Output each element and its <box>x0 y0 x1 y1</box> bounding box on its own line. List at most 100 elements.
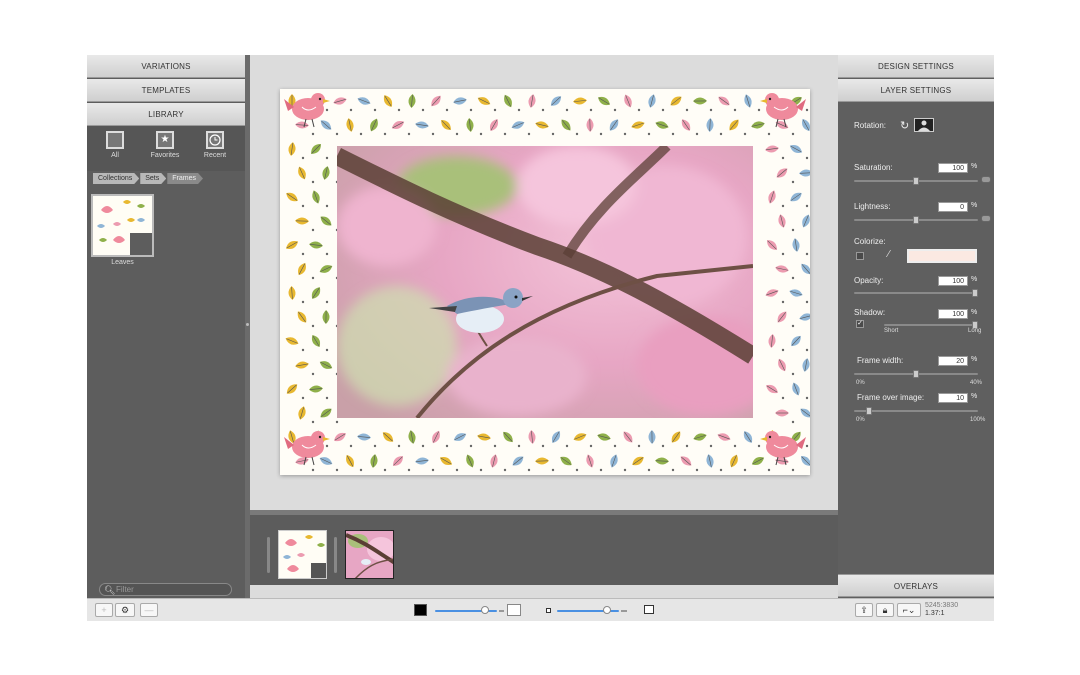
frame-width-knob[interactable] <box>913 370 919 378</box>
frame-width-unit: % <box>971 356 978 363</box>
frame-over-unit: % <box>971 393 978 400</box>
frame-over-min: 0% <box>856 417 865 423</box>
lightness-knob[interactable] <box>913 216 919 224</box>
filter-placeholder: Filter <box>116 585 134 594</box>
rotate-icon[interactable]: ↻ <box>900 119 909 132</box>
frame-preview <box>279 531 326 578</box>
lightness-unit: % <box>971 202 978 209</box>
colorize-color-well[interactable] <box>907 249 977 263</box>
background-slider-knob[interactable] <box>481 606 489 614</box>
frame-width-min: 0% <box>856 380 865 386</box>
left-panel: VARIATIONS TEMPLATES LIBRARY All ★ Favor… <box>87 55 245 598</box>
black-background-button[interactable] <box>414 604 427 616</box>
tab-layer-settings[interactable]: LAYER SETTINGS <box>838 79 994 102</box>
right-panel: DESIGN SETTINGS LAYER SETTINGS Rotation:… <box>838 55 994 598</box>
background-slider[interactable] <box>435 606 497 614</box>
frame-width-slider[interactable] <box>854 370 978 378</box>
zoom-out-icon[interactable] <box>546 608 551 613</box>
opacity-knob[interactable] <box>972 289 978 297</box>
breadcrumb-collections[interactable]: Collections <box>93 173 139 184</box>
eyedropper-icon[interactable]: ⁄ <box>888 249 890 260</box>
frame-over-max: 100% <box>970 417 986 423</box>
library-recent-button[interactable]: Recent <box>195 131 235 159</box>
photo-preview <box>346 531 393 578</box>
saturation-label: Saturation: <box>854 163 893 172</box>
search-icon: 🔍︎ <box>104 585 116 595</box>
main-photo[interactable] <box>337 146 753 418</box>
tab-variations[interactable]: VARIATIONS <box>87 55 245 78</box>
frame-over-input[interactable]: 10 <box>938 393 968 403</box>
colorize-checkbox[interactable] <box>856 252 864 260</box>
lightness-input[interactable]: 0 <box>938 202 968 212</box>
frame-over-knob[interactable] <box>866 407 872 415</box>
library-favorites-button[interactable]: ★ Favorites <box>145 131 185 159</box>
shadow-checkbox[interactable]: ✓ <box>856 320 864 328</box>
opacity-input[interactable]: 100 <box>938 276 968 286</box>
zoom-slider-knob[interactable] <box>603 606 611 614</box>
filmstrip-separator <box>334 537 337 573</box>
leaves-frame-preview <box>93 196 152 255</box>
filmstrip-handle[interactable] <box>267 537 270 573</box>
lightness-reset[interactable] <box>981 215 991 222</box>
shadow-slider[interactable] <box>884 321 978 329</box>
library-all-button[interactable]: All <box>95 131 135 159</box>
lightness-label: Lightness: <box>854 202 891 211</box>
canvas-area <box>250 55 838 598</box>
library-toolbar: All ★ Favorites Recent <box>87 126 245 171</box>
design-canvas[interactable] <box>280 89 810 475</box>
bird-on-branch-image <box>337 146 753 418</box>
frame-width-max: 40% <box>970 380 983 386</box>
lightness-slider[interactable] <box>854 216 978 224</box>
thumbnail-label: Leaves <box>111 259 134 266</box>
zoom-in-icon[interactable] <box>644 605 654 614</box>
square-icon <box>106 131 124 149</box>
filmstrip-frame-thumb[interactable] <box>278 530 327 579</box>
breadcrumb-sets[interactable]: Sets <box>140 173 166 184</box>
saturation-input[interactable]: 100 <box>938 163 968 173</box>
zoom-slider[interactable] <box>557 606 619 614</box>
opacity-unit: % <box>971 276 978 283</box>
library-recent-label: Recent <box>203 152 227 159</box>
share-icon: ⇪ <box>860 605 868 615</box>
remove-button[interactable]: — <box>140 603 158 617</box>
colorize-label: Colorize: <box>854 237 886 246</box>
tab-library[interactable]: LIBRARY <box>87 103 245 126</box>
tab-overlays[interactable]: OVERLAYS <box>838 574 994 597</box>
opacity-slider[interactable] <box>854 289 978 297</box>
portrait-orientation-icon[interactable] <box>914 118 934 132</box>
library-favorites-label: Favorites <box>150 152 180 159</box>
saturation-reset[interactable] <box>981 176 991 183</box>
opacity-label: Opacity: <box>854 276 884 285</box>
star-icon: ★ <box>156 131 174 149</box>
library-all-label: All <box>111 152 119 159</box>
lock-button[interactable]: 🔒︎ <box>876 603 894 617</box>
saturation-slider[interactable] <box>854 177 978 185</box>
tab-templates[interactable]: TEMPLATES <box>87 79 245 102</box>
white-background-button[interactable] <box>507 604 521 616</box>
filmstrip-photo-thumb[interactable] <box>345 530 394 579</box>
saturation-knob[interactable] <box>913 177 919 185</box>
breadcrumb-frames[interactable]: Frames <box>167 173 203 184</box>
tab-design-settings[interactable]: DESIGN SETTINGS <box>838 55 994 78</box>
frame-width-label: Frame width: <box>857 356 904 365</box>
frame-width-input[interactable]: 20 <box>938 356 968 366</box>
breadcrumb: Collections Sets Frames <box>93 173 204 184</box>
zoom-slider-end <box>621 610 627 612</box>
filter-input[interactable]: 🔍︎ Filter <box>99 583 232 596</box>
app-window: VARIATIONS TEMPLATES LIBRARY All ★ Favor… <box>87 55 994 621</box>
frame-over-label: Frame over image: <box>857 393 925 402</box>
frame-over-slider[interactable] <box>854 407 978 415</box>
status-bar: + ⚙︎ — ⇪ 🔒︎ ⌐⌄ 5245:3830 1.37:1 <box>87 598 994 621</box>
gear-menu-button[interactable]: ⚙︎ <box>115 603 135 617</box>
shadow-label: Shadow: <box>854 308 886 317</box>
shadow-input[interactable]: 100 <box>938 309 968 319</box>
gear-icon: ⚙︎ <box>120 605 130 615</box>
frame-thumbnail[interactable] <box>91 194 154 257</box>
shadow-unit: % <box>971 309 978 316</box>
add-button[interactable]: + <box>95 603 113 617</box>
pixel-dimensions: 5245:3830 <box>925 602 959 609</box>
saturation-unit: % <box>971 163 978 170</box>
crop-menu-button[interactable]: ⌐⌄ <box>897 603 921 617</box>
image-dimensions: 5245:3830 1.37:1 <box>925 602 958 618</box>
share-button[interactable]: ⇪ <box>855 603 873 617</box>
